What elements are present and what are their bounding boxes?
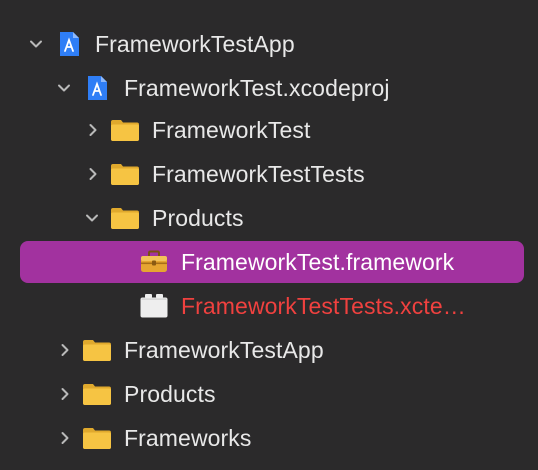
folder-icon	[82, 328, 112, 372]
folder-icon	[82, 372, 112, 416]
navigator-row-folder-products-root[interactable]: Products	[0, 372, 538, 416]
navigator-item-label: FrameworkTest.xcodeproj	[124, 75, 390, 101]
project-navigator: FrameworkTestApp FrameworkTest.xcodeproj…	[0, 0, 538, 470]
project-doc-icon	[54, 22, 84, 66]
navigator-item-label: FrameworkTestTests.xcte…	[181, 293, 466, 319]
navigator-item-label: Frameworks	[124, 425, 252, 451]
chevron-right-icon[interactable]	[55, 416, 75, 460]
navigator-row-folder-products[interactable]: Products	[0, 196, 538, 240]
navigator-item-label: FrameworkTest.framework	[181, 249, 455, 275]
chevron-right-icon[interactable]	[55, 328, 75, 372]
chevron-right-icon[interactable]	[83, 108, 103, 152]
navigator-item-label: Products	[152, 205, 244, 231]
navigator-row-folder-frameworktest[interactable]: FrameworkTest	[0, 108, 538, 152]
chevron-down-icon[interactable]	[82, 196, 102, 240]
navigator-row-folder-frameworks[interactable]: Frameworks	[0, 416, 538, 460]
folder-icon	[82, 416, 112, 460]
xctest-bundle-icon	[139, 284, 169, 328]
xcodeproj-icon	[82, 66, 112, 110]
navigator-row-project-root[interactable]: FrameworkTestApp	[0, 22, 538, 66]
navigator-row-xctest-product[interactable]: FrameworkTestTests.xcte…	[0, 284, 538, 328]
folder-icon	[110, 152, 140, 196]
navigator-item-label: FrameworkTestTests	[152, 161, 365, 187]
navigator-row-xcodeproj[interactable]: FrameworkTest.xcodeproj	[0, 66, 538, 110]
navigator-item-label: FrameworkTestApp	[95, 31, 295, 57]
chevron-right-icon[interactable]	[55, 372, 75, 416]
navigator-item-label: Products	[124, 381, 216, 407]
navigator-row-folder-frameworktestapp[interactable]: FrameworkTestApp	[0, 328, 538, 372]
folder-icon	[110, 108, 140, 152]
folder-icon	[110, 196, 140, 240]
navigator-row-folder-frameworktesttests[interactable]: FrameworkTestTests	[0, 152, 538, 196]
chevron-right-icon[interactable]	[83, 152, 103, 196]
chevron-down-icon[interactable]	[54, 66, 74, 110]
chevron-down-icon[interactable]	[26, 22, 46, 66]
navigator-item-label: FrameworkTestApp	[124, 337, 324, 363]
navigator-item-label: FrameworkTest	[152, 117, 311, 143]
framework-toolbox-icon	[139, 240, 169, 284]
navigator-row-framework-product[interactable]: FrameworkTest.framework	[0, 240, 538, 284]
